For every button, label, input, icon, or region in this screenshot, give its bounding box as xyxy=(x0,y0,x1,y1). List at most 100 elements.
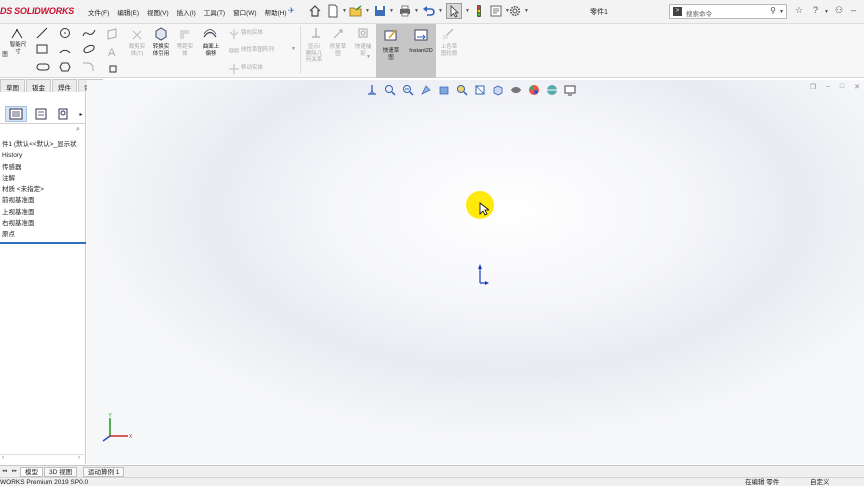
tab-sheet-metal[interactable]: 钣金 xyxy=(26,79,51,92)
new-document-icon[interactable] xyxy=(325,3,341,19)
quick-snaps-dropdown-icon[interactable]: ▼ xyxy=(366,54,371,60)
filter-icon[interactable]: ⌕ xyxy=(76,126,80,134)
pin-icon[interactable]: ✈ xyxy=(288,6,295,15)
menu-insert[interactable]: 插入(I) xyxy=(173,7,200,17)
quick-snaps-icon[interactable] xyxy=(357,27,369,41)
smart-dimension-icon[interactable] xyxy=(11,28,23,42)
tree-item-top-plane[interactable]: 上视基准面 xyxy=(0,207,86,218)
linear-pattern-icon[interactable] xyxy=(229,46,239,58)
linear-pattern-button[interactable]: 线性草图阵列 xyxy=(241,47,274,54)
apply-scene-icon[interactable] xyxy=(527,83,541,97)
offset-on-surface-icon[interactable] xyxy=(203,27,217,43)
tree-item-right-plane[interactable]: 右视基准面 xyxy=(0,218,86,229)
solidworks-resources-icon[interactable]: ☆ xyxy=(795,5,803,16)
offset-entities-button[interactable]: 等距实 体 xyxy=(172,44,198,57)
repair-sketch-button[interactable]: 修复草 图 xyxy=(324,44,352,57)
rapid-sketch-button[interactable]: 快速草 图 xyxy=(376,24,406,78)
fillet-icon[interactable] xyxy=(82,62,94,74)
new-dropdown-icon[interactable]: ▼ xyxy=(342,8,347,14)
zoom-to-area-icon[interactable] xyxy=(383,83,397,97)
search-commands-field[interactable]: > 搜索命令 ⚲ ▼ xyxy=(669,4,787,19)
rollback-bar[interactable] xyxy=(0,242,86,244)
options-dropdown-icon[interactable]: ▼ xyxy=(524,8,529,14)
tree-root-part[interactable]: 件1 (默认<<默认>_显示状 xyxy=(0,139,86,150)
menu-view[interactable]: 视图(V) xyxy=(143,7,173,17)
tab-weldments[interactable]: 焊件 xyxy=(52,79,77,92)
hide-show-items-icon[interactable] xyxy=(491,83,505,97)
rectangle-icon[interactable] xyxy=(36,44,48,56)
scroll-right-icon[interactable]: › xyxy=(78,455,80,461)
trim-entities-icon[interactable] xyxy=(131,29,143,43)
view-settings-icon[interactable] xyxy=(545,83,559,97)
convert-entities-icon[interactable] xyxy=(154,27,168,43)
tab-motion-study[interactable]: 运动算例 1 xyxy=(83,467,125,477)
tree-item-front-plane[interactable]: 前视基准面 xyxy=(0,195,86,206)
undo-dropdown-icon[interactable]: ▼ xyxy=(438,8,443,14)
tab-model[interactable]: 模型 xyxy=(20,467,43,477)
slot-icon[interactable] xyxy=(36,62,50,74)
search-icon[interactable]: ⚲ xyxy=(770,6,776,15)
line-icon[interactable] xyxy=(36,27,48,41)
move-entities-icon[interactable] xyxy=(229,64,239,76)
select-dropdown-icon[interactable]: ▼ xyxy=(465,8,470,14)
save-dropdown-icon[interactable]: ▼ xyxy=(389,8,394,14)
minimize-icon[interactable]: – xyxy=(851,5,856,15)
menu-tools[interactable]: 工具(T) xyxy=(200,7,229,17)
panel-horizontal-scrollbar[interactable]: ‹ › xyxy=(0,454,86,463)
menu-file[interactable]: 文件(F) xyxy=(84,7,113,17)
shaded-sketch-contours-button[interactable]: 上色草 图轮廓 xyxy=(434,44,464,57)
offset-entities-icon[interactable] xyxy=(179,29,191,43)
file-properties-icon[interactable] xyxy=(488,3,504,19)
home-icon[interactable] xyxy=(307,3,323,19)
quick-snaps-button[interactable]: 快速捕 捉 xyxy=(349,44,377,57)
move-entities-button[interactable]: 移动实体 xyxy=(241,65,263,72)
tree-item-annotations[interactable]: 注解 xyxy=(0,173,86,184)
viewport-minimize-icon[interactable]: – xyxy=(826,83,830,91)
open-icon[interactable] xyxy=(348,3,364,19)
previous-view-icon[interactable] xyxy=(401,83,415,97)
menu-window[interactable]: 窗口(W) xyxy=(229,7,260,17)
tree-item-history[interactable]: History xyxy=(0,150,86,161)
offset-on-surface-button[interactable]: 曲面上 偏移 xyxy=(196,44,226,57)
help-icon[interactable]: ? xyxy=(813,5,818,15)
view-orientation-icon[interactable] xyxy=(455,83,469,97)
search-dropdown-icon[interactable]: ▼ xyxy=(779,9,784,15)
rebuild-icon[interactable] xyxy=(471,3,487,19)
solidworks-logo[interactable]: DS SOLIDWORKS xyxy=(0,6,74,16)
mirror-entities-button[interactable]: 镜向实体 xyxy=(241,30,263,37)
plane-icon[interactable] xyxy=(106,28,118,42)
circle-icon[interactable] xyxy=(59,27,71,41)
print-dropdown-icon[interactable]: ▼ xyxy=(414,8,419,14)
display-pane-icon[interactable] xyxy=(563,83,577,97)
save-icon[interactable] xyxy=(372,3,388,19)
polygon-icon[interactable] xyxy=(59,62,71,74)
help-dropdown-icon[interactable]: ▼ xyxy=(824,9,829,15)
scroll-left-icon[interactable]: ‹ xyxy=(2,455,4,461)
options-gear-icon[interactable] xyxy=(507,3,523,19)
spline-icon[interactable] xyxy=(82,27,96,41)
arc-icon[interactable] xyxy=(59,44,71,56)
zoom-to-fit-icon[interactable] xyxy=(365,83,379,97)
select-icon[interactable] xyxy=(446,3,462,19)
open-dropdown-icon[interactable]: ▼ xyxy=(365,8,370,14)
instant2d-button[interactable]: Instant2D xyxy=(406,24,436,78)
user-account-icon[interactable]: ⚇ xyxy=(835,5,843,16)
point-icon[interactable] xyxy=(108,64,118,76)
edit-appearance-icon[interactable] xyxy=(509,83,523,97)
print-icon[interactable] xyxy=(397,3,413,19)
panel-more-icon[interactable]: ▸ xyxy=(76,106,86,122)
tree-item-material[interactable]: 材质 <未指定> xyxy=(0,184,86,195)
units-selector[interactable]: 自定义 xyxy=(810,478,830,486)
tab-3d-views[interactable]: 3D 视图 xyxy=(44,467,78,477)
dynamic-annotation-icon[interactable] xyxy=(437,83,451,97)
viewport-maximize-icon[interactable]: □ xyxy=(840,83,844,91)
display-style-icon[interactable] xyxy=(473,83,487,97)
ellipse-icon[interactable] xyxy=(82,44,96,56)
graphics-area[interactable]: ❐ – □ ✕ YX xyxy=(87,80,864,464)
shaded-sketch-contours-icon[interactable] xyxy=(441,27,455,43)
section-view-icon[interactable] xyxy=(419,83,433,97)
text-icon[interactable]: A xyxy=(106,46,118,60)
menu-help[interactable]: 帮助(H) xyxy=(261,7,291,17)
smart-dimension-button[interactable]: 智能尺 寸 xyxy=(3,42,33,55)
property-manager-icon[interactable] xyxy=(30,106,52,122)
